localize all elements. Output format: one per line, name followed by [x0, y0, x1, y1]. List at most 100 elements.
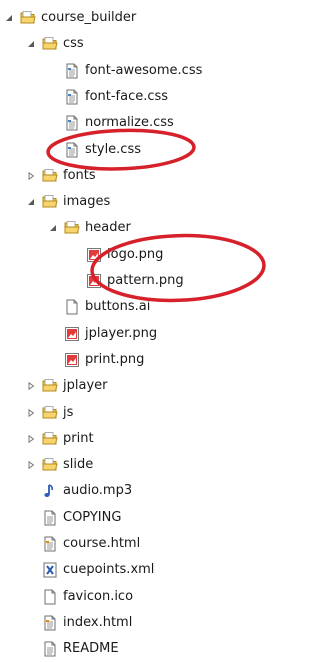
tree-item-label: js: [63, 404, 74, 420]
tree-item[interactable]: print.png: [0, 347, 268, 373]
tree-item-label: course.html: [63, 536, 141, 551]
tree-item[interactable]: jplayer.png: [0, 321, 268, 347]
collapse-arrow-icon[interactable]: [48, 223, 58, 233]
folder-icon: [42, 457, 58, 473]
tree-item[interactable]: cuepoints.xml: [0, 557, 268, 583]
file-icon: [64, 299, 80, 315]
expand-arrow-icon[interactable]: [26, 460, 36, 470]
tree-item[interactable]: logo.png: [0, 242, 268, 268]
tree-item[interactable]: css: [0, 31, 268, 57]
folder-icon: [64, 220, 80, 236]
html-file-icon: [42, 536, 58, 552]
tree-item[interactable]: README: [0, 636, 268, 662]
tree-item-label: css: [63, 36, 84, 52]
tree-item-label: slide: [63, 457, 94, 473]
xml-file-icon: [42, 562, 58, 578]
collapse-arrow-icon[interactable]: [26, 197, 36, 207]
tree-item-label: jplayer.png: [85, 325, 158, 341]
expand-arrow-icon[interactable]: [26, 408, 36, 418]
tree-item-label: fonts: [63, 167, 96, 183]
tree-item[interactable]: course_builder: [0, 5, 268, 31]
css-file-icon: [64, 89, 80, 105]
tree-item-label: style.css: [85, 141, 141, 157]
expand-arrow-icon[interactable]: [26, 434, 36, 444]
tree-item[interactable]: audio.mp3: [0, 478, 268, 504]
tree-item[interactable]: print: [0, 426, 268, 452]
folder-icon: [42, 431, 58, 447]
tree-item[interactable]: font-awesome.css: [0, 58, 268, 84]
tree-item-label: print: [63, 430, 94, 446]
tree-item-label: logo.png: [107, 246, 164, 262]
tree-item-label: pattern.png: [107, 273, 184, 288]
tree-item[interactable]: header: [0, 215, 268, 241]
tree-item[interactable]: font-face.css: [0, 84, 268, 110]
tree-item[interactable]: normalize.css: [0, 110, 268, 136]
tree-item[interactable]: pattern.png: [0, 268, 268, 294]
tree-item[interactable]: COPYING: [0, 505, 268, 531]
tree-item-label: font-awesome.css: [85, 62, 203, 78]
tree-item[interactable]: index.html: [0, 610, 268, 636]
expand-arrow-icon[interactable]: [26, 381, 36, 391]
tree-item-label: COPYING: [63, 509, 122, 525]
tree-item[interactable]: jplayer: [0, 373, 268, 399]
tree-item-label: README: [63, 641, 119, 657]
text-file-icon: [42, 641, 58, 657]
html-file-icon: [42, 615, 58, 631]
tree-item-label: buttons.ai: [85, 299, 151, 315]
image-file-icon: [86, 273, 102, 289]
tree-item-label: course_builder: [41, 10, 137, 25]
css-file-icon: [64, 115, 80, 131]
tree-item-label: normalize.css: [85, 115, 174, 131]
tree-item-label: jplayer: [63, 378, 108, 394]
tree-item[interactable]: style.css: [0, 137, 268, 163]
text-file-icon: [42, 510, 58, 526]
tree-item[interactable]: favicon.ico: [0, 584, 268, 610]
tree-item[interactable]: images: [0, 189, 268, 215]
tree-item[interactable]: fonts: [0, 163, 268, 189]
folder-icon: [42, 378, 58, 394]
tree-item[interactable]: js: [0, 400, 268, 426]
tree-item-label: header: [85, 220, 131, 236]
folder-icon: [20, 10, 36, 26]
collapse-arrow-icon[interactable]: [4, 13, 14, 23]
image-file-icon: [64, 326, 80, 342]
css-file-icon: [64, 142, 80, 158]
tree-item-label: cuepoints.xml: [63, 562, 155, 578]
tree-item[interactable]: course.html: [0, 531, 268, 557]
image-file-icon: [86, 247, 102, 263]
image-file-icon: [64, 352, 80, 368]
tree-item-label: images: [63, 194, 111, 210]
audio-file-icon: [42, 483, 58, 499]
tree-item[interactable]: buttons.ai: [0, 294, 268, 320]
folder-icon: [42, 194, 58, 210]
tree-item-label: font-face.css: [85, 88, 169, 104]
tree-item-label: audio.mp3: [63, 483, 133, 499]
folder-icon: [42, 36, 58, 52]
tree-item-label: index.html: [63, 614, 133, 630]
collapse-arrow-icon[interactable]: [26, 39, 36, 49]
tree-item-label: favicon.ico: [63, 588, 134, 604]
file-icon: [42, 589, 58, 605]
folder-icon: [42, 168, 58, 184]
project-tree: course_buildercss font-awesome.css font-fa…: [0, 0, 268, 657]
tree-item-label: print.png: [85, 351, 145, 367]
css-file-icon: [64, 63, 80, 79]
tree-item[interactable]: slide: [0, 452, 268, 478]
expand-arrow-icon[interactable]: [26, 171, 36, 181]
